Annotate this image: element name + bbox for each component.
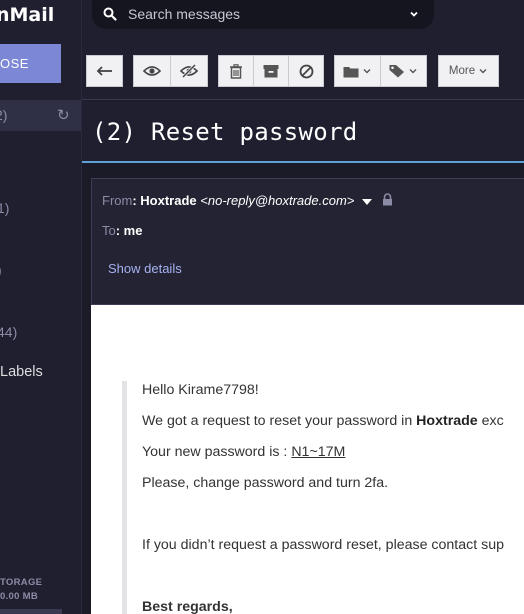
app-logo: nMail [0,4,55,26]
body-text: Your new password is : [142,444,292,460]
from-line: From: Hoxtrade <no-reply@hoxtrade.com> [102,193,393,208]
body-text: exc [477,413,504,429]
block-icon [299,64,313,78]
sender-name[interactable]: : Hoxtrade [132,193,196,208]
body-paragraph: If you didn’t request a password reset, … [142,537,504,553]
chevron-down-icon [479,69,487,74]
more-button[interactable]: More [438,55,499,87]
body-paragraph: Your new password is : N1~17M [142,444,345,460]
sidebar-item-labels[interactable]: Labels [0,364,43,380]
top-bar: Search messages [82,0,524,38]
mark-read-button[interactable] [133,55,171,87]
body-bold-text: Hoxtrade [416,413,478,429]
label-button[interactable] [380,55,427,87]
message-body: Hello Kirame7798! We got a request to re… [91,305,524,614]
show-details-link[interactable]: Show details [108,261,182,276]
folder-icon [343,66,359,77]
inbox-unread-count: 2) [0,107,8,123]
from-label: From [102,193,133,208]
body-text: We got a request to reset your password … [142,413,417,429]
message-subject: (2) Reset password [92,118,358,146]
sidebar: nMail OSE 2) ↻ 1) ) 44) Labels TORAGE 0.… [0,0,82,614]
tag-icon [389,65,404,78]
message-toolbar: More [82,38,524,100]
quote-bar [122,381,127,614]
to-line: To: me [102,223,142,238]
archive-icon [263,65,279,78]
caret-down-icon[interactable] [362,198,373,205]
body-paragraph: Please, change password and turn 2fa. [142,475,389,491]
search-icon [103,7,117,21]
compose-button[interactable]: OSE [0,44,61,83]
arrow-left-icon [96,66,112,76]
trash-icon [230,63,242,79]
refresh-icon[interactable]: ↻ [57,106,70,124]
message-header: From: Hoxtrade <no-reply@hoxtrade.com> T… [91,178,524,305]
password-text: N1~17M [291,444,346,460]
storage-value: 0.00 MB [0,591,39,602]
recipient[interactable]: : me [116,223,143,238]
chevron-down-icon[interactable] [408,8,420,20]
back-button[interactable] [86,55,123,87]
signoff-text: Best regards, [142,599,233,614]
more-label: More [448,65,476,77]
body-paragraph: We got a request to reset your password … [142,413,504,429]
to-label: To [102,223,116,238]
mark-unread-button[interactable] [170,55,208,87]
sidebar-item-count[interactable]: 1) [0,200,9,216]
search-box[interactable]: Search messages [92,0,434,29]
storage-bar [0,609,62,614]
sidebar-item-count[interactable]: 44) [0,324,17,340]
chevron-down-icon [363,69,371,74]
storage-label: TORAGE [0,577,43,588]
search-input[interactable]: Search messages [128,6,240,22]
eye-slash-icon [180,64,198,78]
archive-button[interactable] [253,55,289,87]
move-to-folder-button[interactable] [334,55,381,87]
delete-button[interactable] [218,55,254,87]
lock-icon [383,193,393,206]
message-subject-bar: (2) Reset password [82,101,524,163]
spam-button[interactable] [288,55,324,87]
eye-icon [143,66,161,76]
sender-address[interactable]: <no-reply@hoxtrade.com> [200,193,354,208]
greeting-text: Hello Kirame7798! [142,382,259,398]
chevron-down-icon [409,69,417,74]
sidebar-item-count[interactable]: ) [0,262,2,278]
